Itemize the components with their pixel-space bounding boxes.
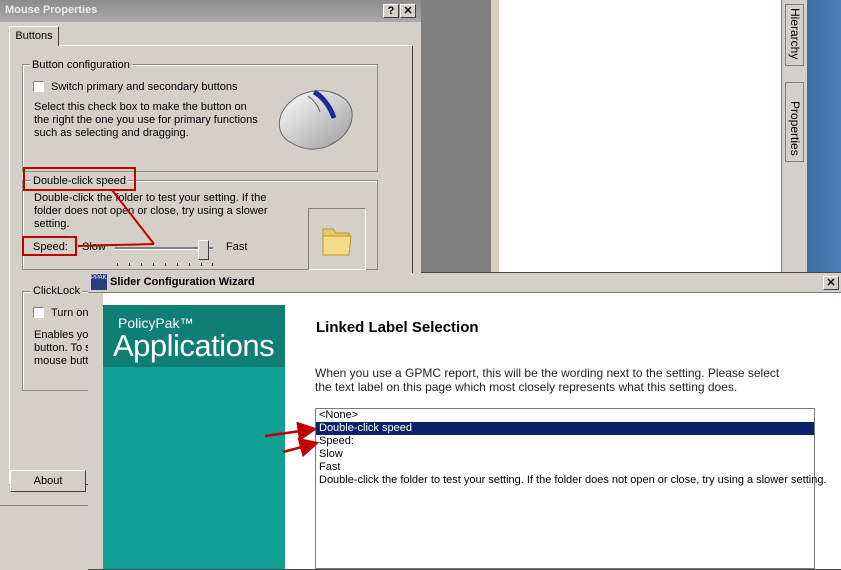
annotation-box [22,236,77,256]
double-click-description: Double-click the folder to test your set… [34,192,268,231]
test-folder-area[interactable] [308,208,366,270]
background-area [421,0,491,272]
tab-properties[interactable]: Properties [785,82,804,162]
annotation-arrow [264,421,318,442]
annotation-arrow [282,437,320,458]
slider-tick [201,263,202,266]
button-config-description: Select this check box to make the button… [34,101,258,140]
background-window-border [491,0,499,272]
speed-slider-thumb[interactable] [198,240,209,260]
mouse-illustration-icon [278,89,353,150]
list-item[interactable]: Speed: [316,435,814,448]
tab-hierarchy[interactable]: Hierarchy [785,4,804,66]
wizard-heading: Linked Label Selection [316,319,479,336]
brand-applications: Applications [113,328,275,363]
desc-line: Enables yo [34,329,89,341]
taskbar-strip [0,505,88,570]
clicklock-label: ClickLock [31,285,83,297]
wizard-titlebar: PPAK Slider Configuration Wizard ✕ [88,273,841,293]
list-item-selected[interactable]: Double-click speed [316,422,814,435]
policypak-logo-icon: PPAK [91,274,107,290]
desc-line: the text label on this page which most c… [315,380,738,394]
slider-tick [141,263,142,266]
annotation-arrows-wizard [264,421,320,458]
slider-tick [212,263,213,266]
slider-tick [153,263,154,266]
wizard-left-edge [88,293,103,569]
fast-label: Fast [226,241,248,253]
desc-line: folder does not open or close, try using… [34,205,268,217]
desc-line: When you use a GPMC report, this will be… [315,366,780,380]
list-item[interactable]: <None> [316,409,814,422]
desc-line: Select this check box to make the button… [34,101,247,113]
list-item[interactable]: Slow [316,448,814,461]
switch-buttons-label: Switch primary and secondary buttons [51,81,238,93]
turn-on-label: Turn on [51,307,89,319]
slider-tick [189,263,190,266]
tab-hierarchy-label: Hierarchy [788,8,802,60]
wizard-description: When you use a GPMC report, this will be… [315,366,825,394]
about-button[interactable]: About [10,470,86,492]
slider-tick [129,263,130,266]
desc-line: setting. [34,218,70,230]
desc-line: Double-click the folder to test your set… [34,192,267,204]
close-icon[interactable]: ✕ [823,276,839,290]
clicklock-description: Enables yo button. To s mouse butt [34,329,91,368]
clicklock-checkbox[interactable] [33,307,44,318]
tab-buttons[interactable]: Buttons [9,26,59,46]
mouse-titlebar: Mouse Properties ? ✕ [0,0,421,22]
slider-configuration-wizard: PPAK Slider Configuration Wizard ✕ Polic… [88,273,841,569]
button-configuration-label: Button configuration [30,59,132,71]
desc-line: such as selecting and dragging. [34,127,189,139]
linked-label-list[interactable]: <None> Double-click speed Speed: Slow Fa… [315,408,827,569]
slider-tick [165,263,166,266]
wizard-title: Slider Configuration Wizard [110,276,255,288]
slider-tick [117,263,118,266]
slow-label: Slow [82,241,106,253]
slider-tick [177,263,178,266]
desc-line: button. To s [34,342,91,354]
background-editor [499,0,781,272]
close-icon[interactable]: ✕ [400,4,416,18]
list-item[interactable]: Fast [316,461,814,474]
switch-buttons-checkbox[interactable] [33,81,44,92]
desc-line: the right the one you use for primary fu… [34,114,258,126]
list-item[interactable]: Double-click the folder to test your set… [316,474,827,487]
annotation-box [23,167,136,191]
tab-properties-label: Properties [788,101,802,156]
help-button[interactable]: ? [383,4,399,18]
desktop-area [807,0,841,272]
desc-line: mouse butt [34,355,89,367]
folder-icon[interactable] [309,209,365,269]
mouse-dialog-title: Mouse Properties [5,4,98,16]
